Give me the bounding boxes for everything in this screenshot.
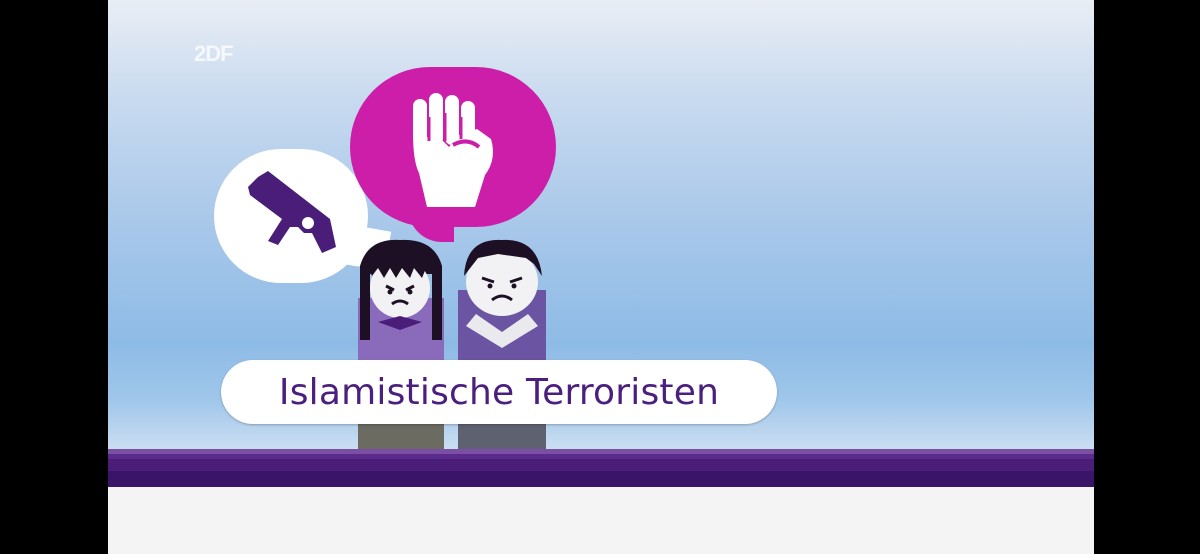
fist-icon [413,93,493,207]
bottom-area [108,487,1094,554]
figure-right [456,239,550,466]
floor-stripe [108,449,1094,487]
figure-left [356,239,466,464]
fist-speech-bubble [350,67,556,227]
channel-logo: 2DF [194,41,234,66]
caption-label: Islamistische Terroristen [221,360,777,424]
gun-icon [248,171,336,253]
gun-speech-bubble [214,149,368,283]
figures [356,239,550,466]
caption-text: Islamistische Terroristen [278,371,720,413]
video-frame: 2DF Islamistische Terroristen [108,0,1094,554]
